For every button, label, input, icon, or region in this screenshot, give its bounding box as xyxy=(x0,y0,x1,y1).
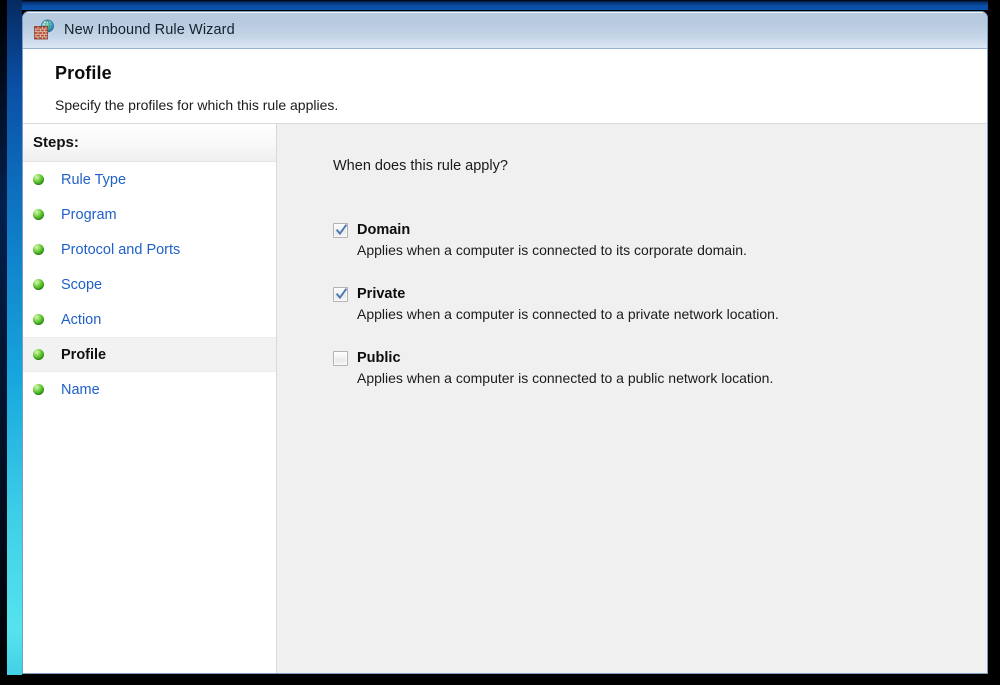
new-inbound-rule-wizard-window: New Inbound Rule Wizard Profile Specify … xyxy=(22,11,988,674)
steps-list: Rule Type Program Protocol and Ports Scope A… xyxy=(23,162,276,407)
desktop-frame-right-band xyxy=(988,0,1000,685)
checkbox-private-description: Applies when a computer is connected to … xyxy=(357,306,779,322)
sidebar-step-label: Profile xyxy=(61,346,107,363)
sidebar-step-action[interactable]: Action xyxy=(23,302,276,337)
sidebar-step-label: Scope xyxy=(61,276,103,293)
screen-frame: New Inbound Rule Wizard Profile Specify … xyxy=(0,0,1000,685)
sidebar-step-rule-type[interactable]: Rule Type xyxy=(23,162,276,197)
window-titlebar[interactable]: New Inbound Rule Wizard xyxy=(23,12,987,49)
profile-question: When does this rule apply? xyxy=(333,158,508,174)
step-complete-green-bullet-icon xyxy=(33,384,44,395)
profile-option-private: Private Applies when a computer is connec… xyxy=(333,286,987,322)
page-subtitle: Specify the profiles for which this rule… xyxy=(55,97,339,113)
profile-options-list: Domain Applies when a computer is connect… xyxy=(333,222,987,386)
sidebar-step-program[interactable]: Program xyxy=(23,197,276,232)
sidebar-step-label: Action xyxy=(61,311,102,328)
steps-heading: Steps: xyxy=(23,124,276,162)
profile-option-public: Public Applies when a computer is connect… xyxy=(333,350,987,386)
sidebar-step-label: Rule Type xyxy=(61,171,127,188)
window-title: New Inbound Rule Wizard xyxy=(64,22,235,38)
sidebar-step-protocol-and-ports[interactable]: Protocol and Ports xyxy=(23,232,276,267)
step-complete-green-bullet-icon xyxy=(33,279,44,290)
checkbox-public-description: Applies when a computer is connected to … xyxy=(357,370,774,386)
desktop-frame-top-band xyxy=(0,0,1000,10)
step-complete-green-bullet-icon xyxy=(33,174,44,185)
step-complete-green-bullet-icon xyxy=(33,209,44,220)
titlebar-highlight-line xyxy=(23,12,987,13)
profile-option-domain: Domain Applies when a computer is connect… xyxy=(333,222,987,258)
desktop-frame-bottom-band xyxy=(0,675,1000,685)
sidebar-step-scope[interactable]: Scope xyxy=(23,267,276,302)
checkbox-private[interactable] xyxy=(333,286,348,302)
sidebar-step-label: Name xyxy=(61,381,100,398)
wizard-body: Steps: Rule Type Program Protocol and Port… xyxy=(23,124,987,673)
checkbox-public[interactable] xyxy=(333,350,348,366)
wizard-header: Profile Specify the profiles for which t… xyxy=(23,49,987,124)
sidebar-step-name[interactable]: Name xyxy=(23,372,276,407)
profile-option-public-row[interactable]: Public xyxy=(333,350,987,366)
step-complete-green-bullet-icon xyxy=(33,244,44,255)
checkbox-domain-label: Domain xyxy=(357,222,411,238)
sidebar-step-profile[interactable]: Profile xyxy=(23,337,276,372)
desktop-frame-left-edge xyxy=(0,0,7,685)
firewall-brick-wall-globe-icon xyxy=(33,19,55,41)
step-complete-green-bullet-icon xyxy=(33,349,44,360)
page-title: Profile xyxy=(55,63,112,83)
checkbox-private-label: Private xyxy=(357,286,406,302)
checkbox-domain[interactable] xyxy=(333,222,348,238)
steps-sidebar: Steps: Rule Type Program Protocol and Port… xyxy=(23,124,277,673)
checkbox-public-label: Public xyxy=(357,350,401,366)
step-complete-green-bullet-icon xyxy=(33,314,44,325)
profile-content-pane: When does this rule apply? Domain Applies… xyxy=(277,124,987,673)
sidebar-step-label: Protocol and Ports xyxy=(61,241,181,258)
sidebar-step-label: Program xyxy=(61,206,117,223)
profile-option-private-row[interactable]: Private xyxy=(333,286,987,302)
checkbox-domain-description: Applies when a computer is connected to … xyxy=(357,242,747,258)
profile-option-domain-row[interactable]: Domain xyxy=(333,222,987,238)
